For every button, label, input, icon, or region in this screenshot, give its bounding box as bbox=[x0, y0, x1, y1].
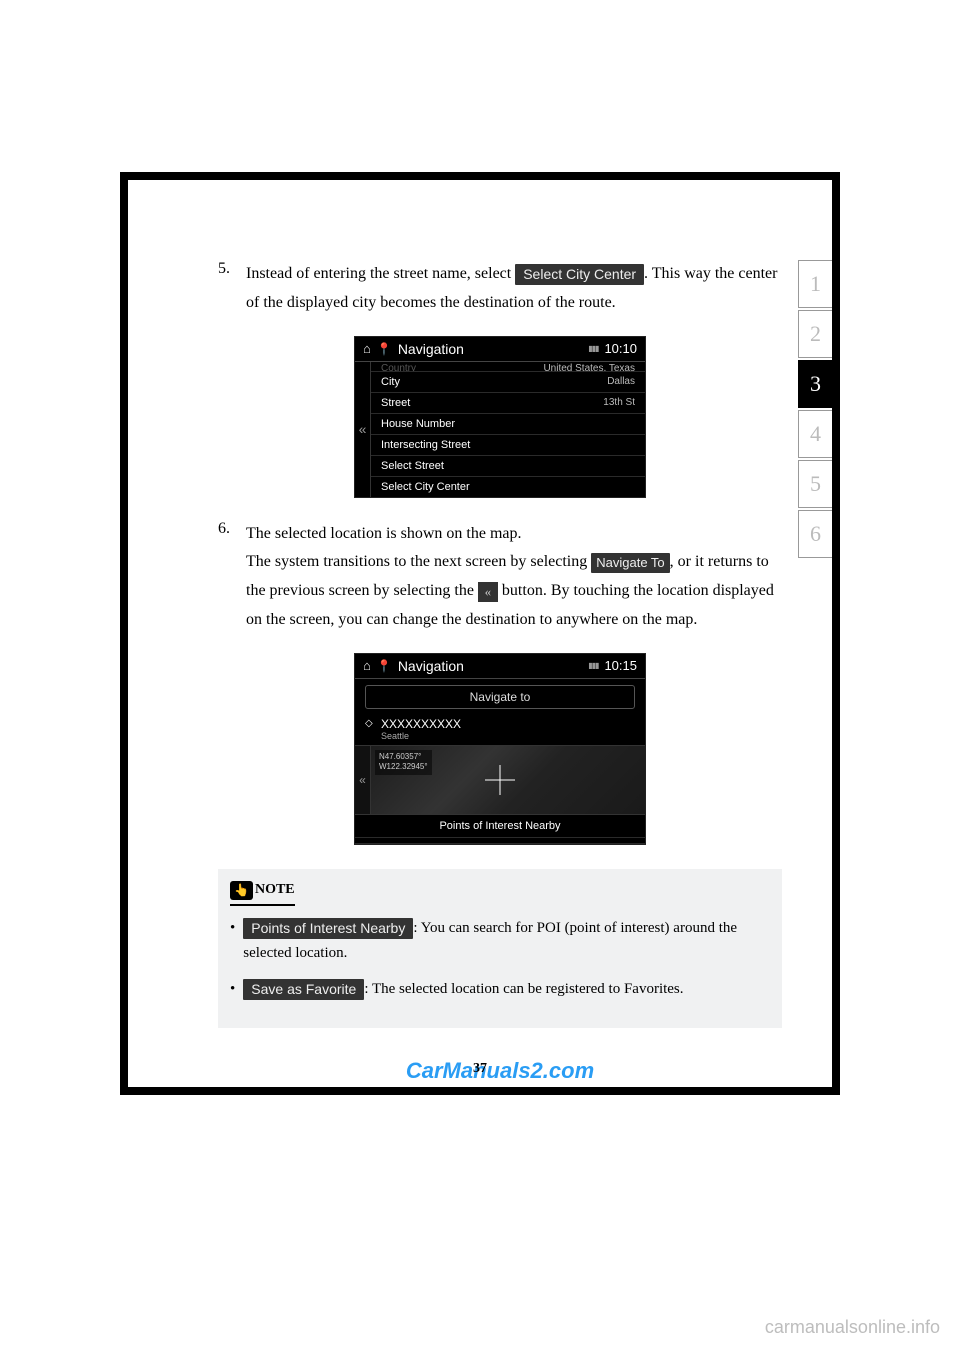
map-preview: « N47.60357° W122.32945° bbox=[355, 745, 645, 815]
screenshot-title: Navigation bbox=[398, 658, 582, 674]
tab-2[interactable]: 2 bbox=[798, 310, 832, 358]
row-select-street: Select Street bbox=[371, 456, 645, 477]
tab-5[interactable]: 5 bbox=[798, 460, 832, 508]
line-1: The selected location is shown on the ma… bbox=[246, 520, 782, 549]
screenshot-header: ⌂ 📍 Navigation ▮▮▮ 10:10 bbox=[355, 337, 645, 362]
note-text: Save as Favorite: The selected location … bbox=[243, 977, 683, 1003]
row-city: City Dallas bbox=[371, 372, 645, 393]
bullet: • bbox=[230, 977, 235, 1003]
navigation-screenshot-2: ⌂ 📍 Navigation ▮▮▮ 10:15 Navigate to ◇ X… bbox=[354, 653, 646, 845]
note-hand-icon: 👆 bbox=[230, 881, 253, 900]
navigation-screenshot-1: ⌂ 📍 Navigation ▮▮▮ 10:10 « Country United… bbox=[354, 336, 646, 498]
page-number: 37 bbox=[128, 1061, 832, 1077]
label: City bbox=[381, 376, 400, 388]
save-favorite-button-ref: Save as Favorite bbox=[243, 979, 364, 1000]
note-item-favorite: • Save as Favorite: The selected locatio… bbox=[230, 977, 770, 1003]
note-header: 👆 NOTE bbox=[230, 881, 295, 906]
screenshot-title: Navigation bbox=[398, 341, 582, 357]
tab-4[interactable]: 4 bbox=[798, 410, 832, 458]
bullet: • bbox=[230, 916, 235, 967]
poi-nearby-button-ref: Points of Interest Nearby bbox=[243, 918, 413, 939]
note-item-poi: • Points of Interest Nearby: You can sea… bbox=[230, 916, 770, 967]
text: Instead of entering the street name, sel… bbox=[246, 265, 515, 282]
back-tab: « bbox=[355, 362, 371, 497]
signal-icon: ▮▮▮ bbox=[588, 344, 598, 353]
text: : The selected location can be registere… bbox=[364, 981, 683, 997]
note-text: Points of Interest Nearby: You can searc… bbox=[243, 916, 770, 967]
latitude: N47.60357° bbox=[379, 752, 428, 762]
row-intersecting: Intersecting Street bbox=[371, 435, 645, 456]
step-number: 6. bbox=[218, 520, 246, 635]
label: Intersecting Street bbox=[381, 439, 470, 451]
row-select-city-center: Select City Center bbox=[371, 477, 645, 497]
navigate-to-button-ref: Navigate To bbox=[591, 553, 669, 573]
tab-1[interactable]: 1 bbox=[798, 260, 832, 308]
value: Dallas bbox=[607, 376, 635, 388]
navigate-to-bar: Navigate to bbox=[365, 685, 635, 709]
address-rows: Country United States, Texas City Dallas S… bbox=[371, 362, 645, 497]
label: House Number bbox=[381, 418, 455, 430]
row-country: Country United States, Texas bbox=[371, 362, 645, 372]
line-2: The system transitions to the next scree… bbox=[246, 548, 782, 634]
back-icon: « bbox=[478, 582, 498, 602]
home-icon: ⌂ bbox=[363, 658, 371, 673]
note-title: NOTE bbox=[255, 882, 295, 898]
step-5: 5. Instead of entering the street name, … bbox=[218, 260, 782, 318]
row-house-number: House Number bbox=[371, 414, 645, 435]
text: The system transitions to the next scree… bbox=[246, 553, 591, 570]
label: Select Street bbox=[381, 460, 444, 472]
home-icon: ⌂ bbox=[363, 341, 371, 356]
clock: 10:10 bbox=[604, 341, 637, 356]
label: Street bbox=[381, 397, 410, 409]
value: United States, Texas bbox=[543, 363, 635, 370]
label: Select City Center bbox=[381, 481, 470, 493]
note-box: 👆 NOTE • Points of Interest Nearby: You … bbox=[218, 869, 782, 1029]
step-text: The selected location is shown on the ma… bbox=[246, 520, 782, 635]
loc-subtitle: Seattle bbox=[381, 731, 635, 741]
manual-page: 1 2 3 4 5 6 5. Instead of entering the s… bbox=[128, 180, 832, 1087]
back-tab: « bbox=[355, 746, 371, 814]
step-6: 6. The selected location is shown on the… bbox=[218, 520, 782, 635]
label: Country bbox=[381, 363, 416, 370]
page-content: 5. Instead of entering the street name, … bbox=[128, 180, 832, 1084]
longitude: W122.32945° bbox=[379, 762, 428, 772]
row-street: Street 13th St bbox=[371, 393, 645, 414]
tab-3[interactable]: 3 bbox=[798, 360, 832, 408]
section-tabs: 1 2 3 4 5 6 bbox=[798, 260, 832, 560]
loc-title: XXXXXXXXXX bbox=[381, 717, 635, 731]
signal-icon: ▮▮▮ bbox=[588, 661, 598, 670]
poi-nearby-row: Points of Interest Nearby bbox=[355, 815, 645, 838]
diamond-icon: ◇ bbox=[365, 718, 373, 729]
step-number: 5. bbox=[218, 260, 246, 318]
screenshot-header: ⌂ 📍 Navigation ▮▮▮ 10:15 bbox=[355, 654, 645, 679]
step-text: Instead of entering the street name, sel… bbox=[246, 260, 782, 318]
clock: 10:15 bbox=[604, 658, 637, 673]
coordinates: N47.60357° W122.32945° bbox=[375, 750, 432, 775]
crosshair-icon bbox=[485, 765, 515, 795]
marker-icon: 📍 bbox=[377, 342, 392, 356]
tab-6[interactable]: 6 bbox=[798, 510, 832, 558]
cut-row bbox=[355, 838, 645, 844]
location-name: ◇ XXXXXXXXXX Seattle bbox=[355, 715, 645, 745]
marker-icon: 📍 bbox=[377, 659, 392, 673]
select-city-center-button-ref: Select City Center bbox=[515, 264, 644, 285]
site-brand: carmanualsonline.info bbox=[765, 1317, 940, 1338]
value: 13th St bbox=[603, 397, 635, 409]
